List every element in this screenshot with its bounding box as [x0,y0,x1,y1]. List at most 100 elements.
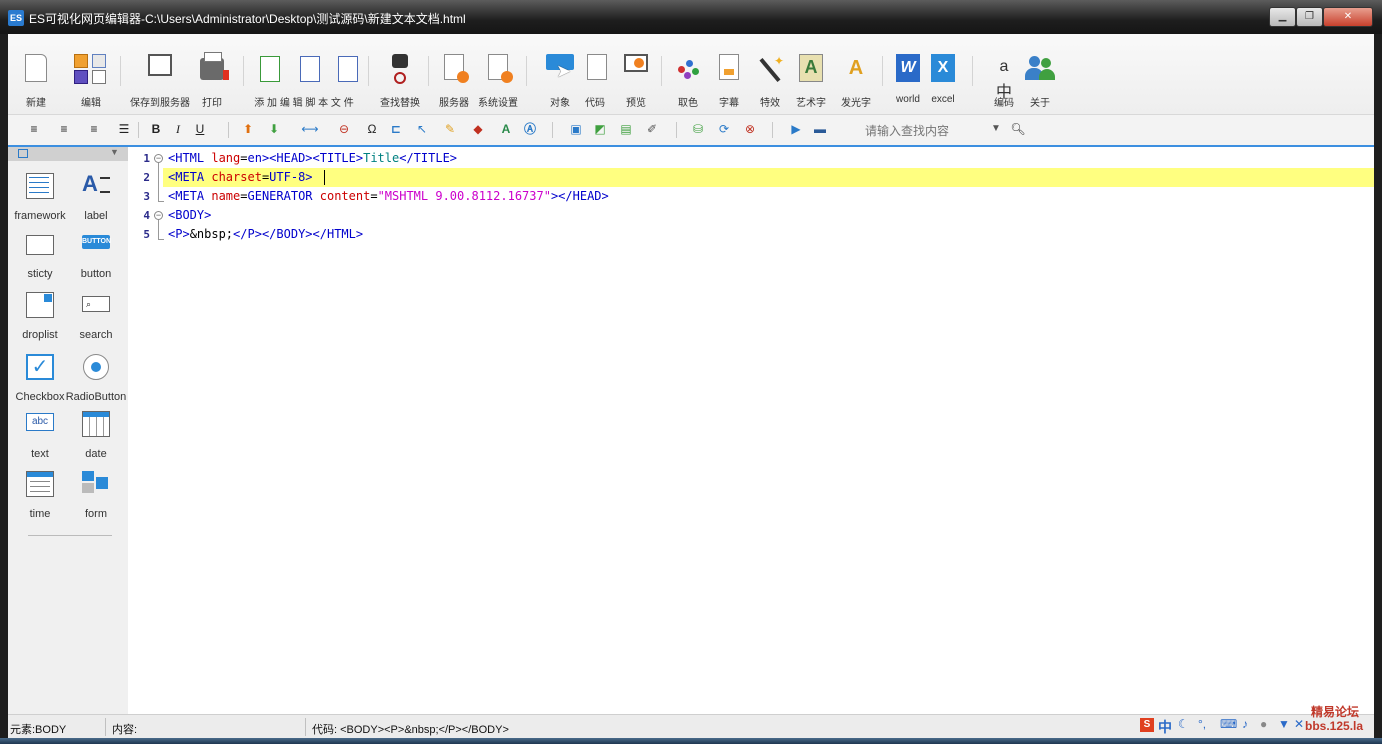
window-frame-right [1374,34,1382,744]
tools-icon[interactable]: ✕ [1294,717,1304,731]
ime-toolbar[interactable]: S 中 ☾ °, ⌨ ♪ ● ▼ ✕ [1138,717,1313,735]
database-sync-icon[interactable]: ⟳ [716,121,732,137]
italic-button[interactable]: I [170,121,186,137]
code-token: lang [211,151,241,165]
run-browser-icon[interactable]: ▬ [812,121,828,137]
code-token: > [305,170,313,184]
print-button[interactable]: 打印 [190,48,234,110]
code-line[interactable]: <HTML lang=en><HEAD><TITLE>Title</TITLE> [168,151,457,165]
glow-text-button[interactable]: A 发光字 [834,48,878,110]
user-icon[interactable]: ● [1260,717,1267,731]
component-button[interactable]: BUTTON button [68,225,124,283]
binoculars-icon [392,54,408,84]
component-search[interactable]: ⌕ search [68,286,124,344]
search-input[interactable] [863,121,987,141]
code-line[interactable]: <META name=GENERATOR content="MSHTML 9.0… [168,189,609,203]
search-box-icon: ⌕ [82,296,110,312]
edit-pen-icon[interactable]: ✐ [644,121,660,137]
component-radiobutton[interactable]: RadioButton [66,348,126,406]
move-down-icon[interactable]: ⬇ [266,121,282,137]
omega-symbol-button[interactable]: Ω [364,121,380,137]
chevron-down-icon[interactable]: ▼ [988,121,1004,137]
system-settings-button[interactable]: 系统设置 [476,48,520,110]
toolbar-separator [368,56,369,86]
time-icon [26,471,54,497]
code-token: ><HEAD><TITLE> [261,151,364,165]
database-icon[interactable]: ⛁ [690,121,706,137]
add-edit-script-button[interactable]: 添 加 编 辑 脚 本 文 件 [248,48,360,110]
highlight-icon[interactable]: ✎ [442,121,458,137]
justify-icon[interactable]: ☰ [116,121,132,137]
magic-wand-icon: ✦ [758,54,784,83]
edit-button[interactable]: 编辑 [69,48,113,110]
line-number: 3 [143,190,150,203]
arrow-insert-icon[interactable]: ◩ [592,121,608,137]
glow-text-label: 发光字 [841,98,871,109]
bold-button[interactable]: B [148,121,164,137]
hr-line-icon[interactable]: ⟷ [298,121,322,137]
sidebar-pin-icon[interactable] [18,149,28,158]
skin-icon[interactable]: ▼ [1278,717,1290,731]
move-up-icon[interactable]: ⬆ [240,121,256,137]
new-button[interactable]: 新建 [14,48,58,110]
sidebar-header[interactable]: ▼ [8,147,128,161]
fill-color-icon[interactable]: ◆ [470,121,486,137]
align-right-icon[interactable]: ≡ [86,121,102,137]
component-framework[interactable]: framework [12,167,68,225]
sidebar-collapse-icon[interactable]: ▼ [110,147,119,157]
component-date[interactable]: date [68,405,124,463]
code-token: <HTML [168,151,212,165]
toolbar-separator [552,122,553,138]
component-text[interactable]: abc text [12,405,68,463]
align-left-icon[interactable]: ≡ [26,121,42,137]
layout-icon[interactable]: ▣ [568,121,584,137]
close-button[interactable]: ✕ [1323,7,1373,27]
checkbox-icon: ✓ [26,354,54,380]
search-icon[interactable]: 🔍︎ [1010,121,1026,137]
run-icon[interactable]: ▶ [788,121,804,137]
component-sticky[interactable]: sticty [12,225,68,283]
excel-button[interactable]: X excel [921,48,965,110]
minimize-button[interactable]: ▁ [1269,7,1296,27]
moon-icon[interactable]: ☾ [1178,717,1189,731]
new-label: 新建 [26,98,46,109]
component-droplist[interactable]: droplist [12,286,68,344]
underline-button[interactable]: U [192,121,208,137]
keyboard-icon[interactable]: ⌨ [1220,717,1237,731]
font-color-button[interactable]: A [498,121,514,137]
component-form[interactable]: form [68,465,124,523]
title-bar[interactable]: ES ES可视化网页编辑器-C:\Users\Administrator\Des… [0,0,1382,34]
fold-toggle-icon[interactable]: − [154,211,163,220]
fold-toggle-icon[interactable]: − [154,154,163,163]
punctuation-icon[interactable]: °, [1198,717,1206,731]
code-token: <META [168,189,212,203]
ime-chinese-mode[interactable]: 中 [1158,717,1172,737]
align-center-icon[interactable]: ≡ [56,121,72,137]
current-line-highlight [163,168,1374,187]
maximize-button[interactable]: ❐ [1296,7,1323,27]
about-button[interactable]: 关于 [1018,48,1062,110]
delete-page-icon[interactable]: ⊖ [336,121,352,137]
pointer-icon[interactable]: ↖ [414,121,430,137]
toolbar-separator [526,56,527,86]
voice-icon[interactable]: ♪ [1242,717,1248,731]
component-time[interactable]: time [12,465,68,523]
add-edit-script-label: 添 加 编 辑 脚 本 文 件 [254,98,354,109]
server-gear-icon [444,54,469,83]
find-replace-button[interactable]: 查找替换 [378,48,422,110]
page-insert-icon[interactable]: ▤ [618,121,634,137]
code-line[interactable]: <P>&nbsp;</P></BODY></HTML> [168,227,363,241]
component-checkbox[interactable]: ✓ Checkbox [12,348,68,406]
preview-button[interactable]: 预览 [614,48,658,110]
code-line[interactable]: <BODY> [168,208,211,222]
status-separator [305,718,306,736]
font-style-icon[interactable]: Ⓐ [522,121,538,137]
toolbar-separator [676,122,677,138]
color-palette-icon [676,54,700,82]
code-editor[interactable]: 1 2 3 4 5 − − <HTML lang=en><HEAD><TITLE… [128,147,1374,714]
component-label-widget[interactable]: A label [68,167,124,225]
ime-logo-icon[interactable]: S [1140,718,1154,732]
code-line[interactable]: <META charset=UTF-8> [168,170,313,184]
indent-icon[interactable]: ⊏ [388,121,404,137]
database-delete-icon[interactable]: ⊗ [742,121,758,137]
